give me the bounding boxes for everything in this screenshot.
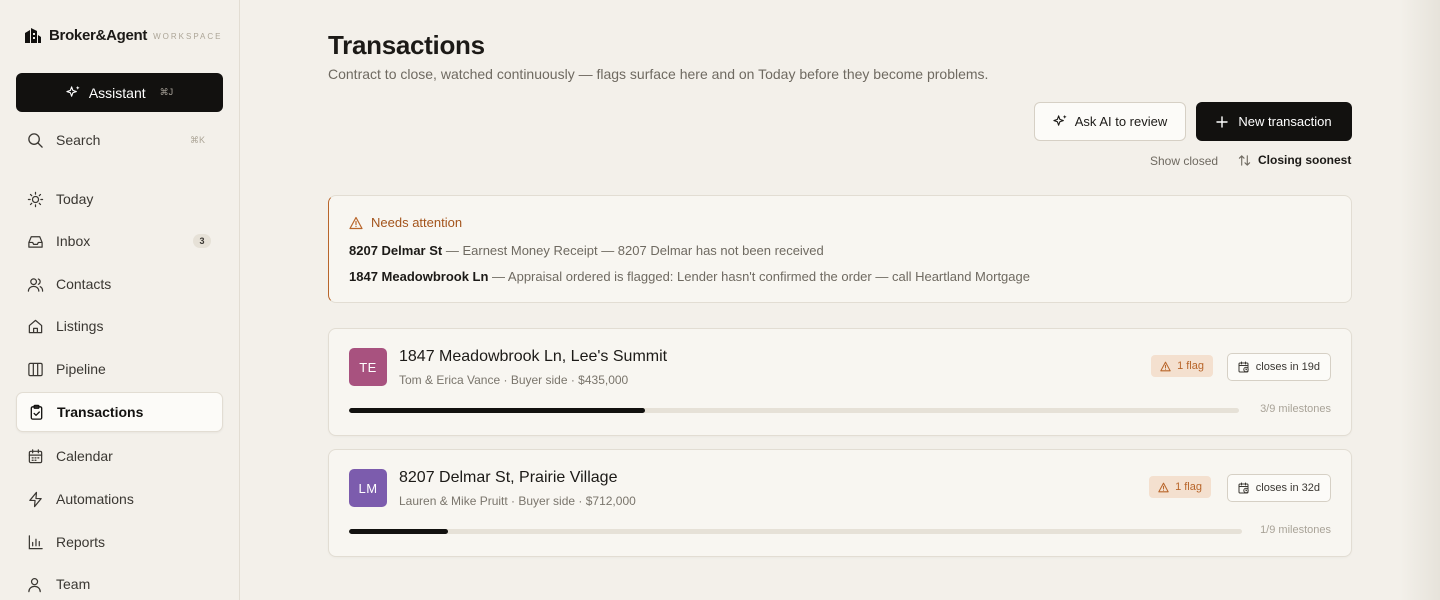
ask-ai-review-button[interactable]: Ask AI to review bbox=[1034, 102, 1186, 141]
sidebar-item-label: Inbox bbox=[56, 233, 91, 249]
milestones-count: 3/9 milestones bbox=[1260, 403, 1331, 415]
closes-in-label: closes in 19d bbox=[1255, 361, 1320, 373]
needs-attention-panel: Needs attention 8207 Delmar St — Earnest… bbox=[328, 195, 1352, 303]
sidebar-item-inbox[interactable]: Inbox 3 bbox=[16, 221, 223, 261]
assistant-shortcut: ⌘J bbox=[159, 87, 174, 97]
sidebar-item-label: Today bbox=[56, 191, 94, 207]
show-closed-toggle[interactable]: Show closed bbox=[1150, 154, 1218, 168]
attention-item[interactable]: 8207 Delmar St — Earnest Money Receipt —… bbox=[349, 243, 824, 258]
inbox-icon bbox=[28, 235, 43, 248]
sidebar-item-label: Automations bbox=[56, 491, 134, 507]
brand-subtitle: WORKSPACE bbox=[153, 32, 223, 41]
sidebar-item-label: Reports bbox=[56, 534, 106, 550]
sidebar-item-team[interactable]: Team bbox=[16, 564, 223, 600]
milestone-progress-fill bbox=[349, 408, 646, 413]
warning-icon bbox=[1158, 482, 1169, 492]
closes-in-badge: closes in 19d bbox=[1226, 353, 1331, 381]
building-icon bbox=[25, 28, 41, 43]
sidebar: Broker&Agent WORKSPACE Assistant ⌘J Sear… bbox=[0, 0, 240, 600]
flag-badge[interactable]: 1 flag bbox=[1149, 476, 1211, 498]
search-icon bbox=[28, 132, 43, 148]
sidebar-item-contacts[interactable]: Contacts bbox=[16, 264, 223, 304]
sidebar-item-calendar[interactable]: Calendar bbox=[16, 436, 223, 476]
milestone-progress-bar bbox=[349, 408, 1239, 413]
sidebar-item-label: Transactions bbox=[57, 404, 144, 420]
team-icon bbox=[28, 577, 41, 592]
transaction-subtitle: Lauren & Mike Pruitt · Buyer side · $712… bbox=[399, 494, 636, 508]
zap-icon bbox=[29, 491, 42, 507]
search-shortcut: ⌘K bbox=[189, 134, 205, 145]
sidebar-item-today[interactable]: Today bbox=[16, 179, 223, 219]
sparkles-icon bbox=[1053, 114, 1067, 126]
columns-icon bbox=[28, 362, 43, 376]
calendar-icon bbox=[28, 448, 43, 463]
assistant-button[interactable]: Assistant ⌘J bbox=[16, 73, 223, 112]
sidebar-item-transactions[interactable]: Transactions bbox=[16, 392, 223, 432]
ask-ai-label: Ask AI to review bbox=[1074, 114, 1168, 129]
avatar: TE bbox=[349, 348, 387, 386]
page-subtitle: Contract to close, watched continuously … bbox=[328, 66, 989, 82]
flag-label: 1 flag bbox=[1175, 481, 1202, 493]
sidebar-item-label: Contacts bbox=[56, 276, 112, 292]
search-button[interactable]: Search ⌘K bbox=[16, 124, 223, 156]
page-title: Transactions bbox=[328, 30, 485, 60]
brand-logo[interactable]: Broker&Agent WORKSPACE bbox=[24, 26, 223, 44]
sun-icon bbox=[27, 191, 44, 207]
milestone-progress-bar bbox=[349, 529, 1242, 534]
sidebar-item-label: Pipeline bbox=[56, 361, 106, 377]
sidebar-item-label: Listings bbox=[56, 318, 104, 334]
edge-shadow bbox=[1400, 0, 1440, 600]
sidebar-item-reports[interactable]: Reports bbox=[16, 522, 223, 562]
calendar-clock-icon bbox=[1238, 361, 1249, 373]
transaction-card[interactable]: LM 8207 Delmar St, Prairie Village Laure… bbox=[328, 449, 1352, 557]
home-icon bbox=[28, 319, 43, 333]
closes-in-badge: closes in 32d bbox=[1226, 474, 1331, 502]
inbox-count-badge: 3 bbox=[193, 234, 211, 248]
warning-icon bbox=[1160, 361, 1171, 371]
attention-address: 1847 Meadowbrook Ln bbox=[349, 269, 489, 284]
transaction-title: 8207 Delmar St, Prairie Village bbox=[399, 469, 618, 486]
clipboard-check-icon bbox=[30, 404, 43, 420]
attention-address: 8207 Delmar St bbox=[349, 243, 443, 258]
transaction-card[interactable]: TE 1847 Meadowbrook Ln, Lee's Summit Tom… bbox=[328, 328, 1352, 436]
sidebar-item-pipeline[interactable]: Pipeline bbox=[16, 349, 223, 389]
sparkles-icon bbox=[66, 85, 80, 97]
milestone-progress-fill bbox=[349, 529, 449, 534]
plus-icon bbox=[1216, 115, 1229, 128]
search-label: Search bbox=[56, 132, 101, 148]
brand-name: Broker&Agent bbox=[49, 26, 148, 44]
new-transaction-button[interactable]: New transaction bbox=[1196, 102, 1352, 141]
sidebar-item-listings[interactable]: Listings bbox=[16, 306, 223, 346]
sort-icon bbox=[1238, 154, 1251, 166]
warning-icon bbox=[349, 216, 363, 229]
new-transaction-label: New transaction bbox=[1238, 114, 1332, 129]
flag-label: 1 flag bbox=[1177, 360, 1204, 372]
users-icon bbox=[27, 277, 44, 292]
avatar: LM bbox=[349, 469, 387, 507]
sort-label: Closing soonest bbox=[1258, 153, 1352, 167]
closes-in-label: closes in 32d bbox=[1255, 482, 1320, 494]
transaction-title: 1847 Meadowbrook Ln, Lee's Summit bbox=[399, 348, 668, 365]
attention-detail: — Appraisal ordered is flagged: Lender h… bbox=[488, 269, 1030, 284]
bar-chart-icon bbox=[28, 534, 43, 549]
transaction-subtitle: Tom & Erica Vance · Buyer side · $435,00… bbox=[399, 373, 629, 387]
sidebar-item-label: Calendar bbox=[56, 448, 113, 464]
needs-attention-header: Needs attention bbox=[349, 215, 462, 230]
sidebar-item-automations[interactable]: Automations bbox=[16, 479, 223, 519]
attention-item[interactable]: 1847 Meadowbrook Ln — Appraisal ordered … bbox=[349, 269, 1030, 284]
sort-button[interactable]: Closing soonest bbox=[1238, 153, 1351, 167]
assistant-label: Assistant bbox=[88, 84, 146, 101]
calendar-clock-icon bbox=[1238, 482, 1249, 494]
flag-badge[interactable]: 1 flag bbox=[1151, 355, 1213, 377]
attention-detail: — Earnest Money Receipt — 8207 Delmar ha… bbox=[442, 243, 824, 258]
needs-attention-title: Needs attention bbox=[371, 215, 463, 230]
milestones-count: 1/9 milestones bbox=[1260, 524, 1331, 536]
sidebar-item-label: Team bbox=[56, 576, 91, 592]
